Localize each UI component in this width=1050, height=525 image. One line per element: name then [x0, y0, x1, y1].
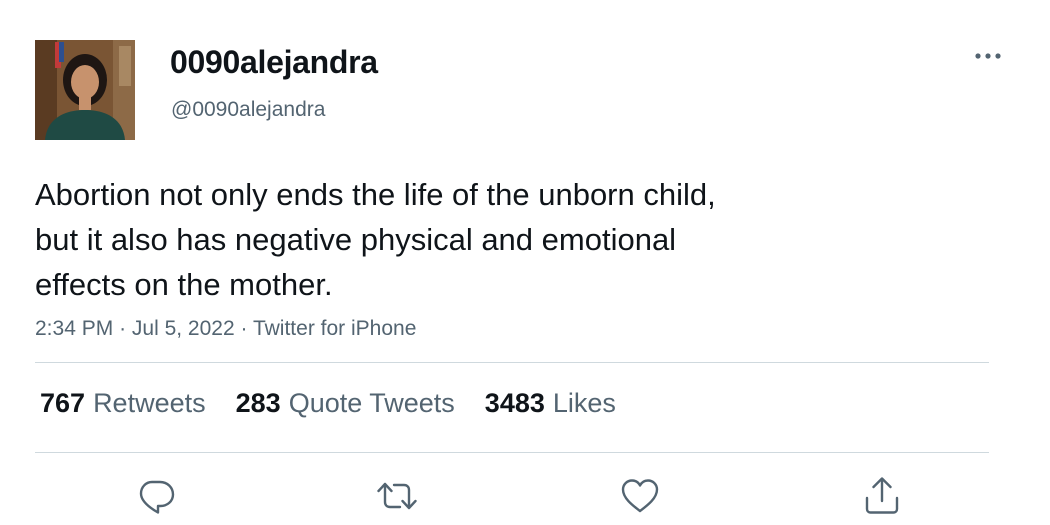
- share-button[interactable]: [860, 474, 904, 518]
- tweet-date[interactable]: Jul 5, 2022: [132, 317, 235, 340]
- share-icon: [865, 477, 899, 514]
- divider: [35, 362, 989, 363]
- tweet-text-line: but it also has negative physical and em…: [35, 222, 677, 257]
- likes-label: Likes: [552, 388, 616, 418]
- quote-tweets-stat[interactable]: 283 Quote Tweets: [236, 388, 455, 419]
- tweet-text: Abortion not only ends the life of the u…: [35, 172, 935, 307]
- profile-photo-icon: [35, 40, 135, 140]
- quote-tweets-label: Quote Tweets: [288, 388, 455, 418]
- quote-tweets-count: 283: [235, 388, 281, 418]
- like-button[interactable]: [618, 474, 662, 518]
- user-handle[interactable]: @0090alejandra: [171, 98, 325, 122]
- display-name[interactable]: 0090alejandra: [170, 44, 378, 81]
- tweet-meta: 2:34 PM · Jul 5, 2022 · Twitter for iPho…: [35, 317, 416, 341]
- tweet-source[interactable]: Twitter for iPhone: [253, 317, 416, 340]
- heart-icon: [621, 479, 659, 513]
- reply-button[interactable]: [134, 474, 178, 518]
- meta-separator: ·: [240, 317, 248, 340]
- tweet-time[interactable]: 2:34 PM: [35, 317, 113, 340]
- retweet-button[interactable]: [375, 474, 419, 518]
- reply-icon: [139, 480, 175, 514]
- avatar[interactable]: [35, 40, 135, 140]
- more-horizontal-icon[interactable]: [972, 44, 1004, 68]
- likes-count: 3483: [484, 388, 545, 418]
- meta-separator: ·: [119, 317, 127, 340]
- retweet-icon: [377, 482, 417, 510]
- retweets-count: 767: [40, 388, 86, 418]
- divider: [35, 452, 989, 453]
- retweets-stat[interactable]: 767 Retweets: [40, 388, 206, 419]
- tweet-stats: 767 Retweets 283 Quote Tweets 3483 Likes: [40, 388, 616, 419]
- likes-stat[interactable]: 3483 Likes: [485, 388, 616, 419]
- tweet-text-line: effects on the mother.: [35, 267, 333, 302]
- tweet-text-line: Abortion not only ends the life of the u…: [35, 177, 716, 212]
- retweets-label: Retweets: [93, 388, 206, 418]
